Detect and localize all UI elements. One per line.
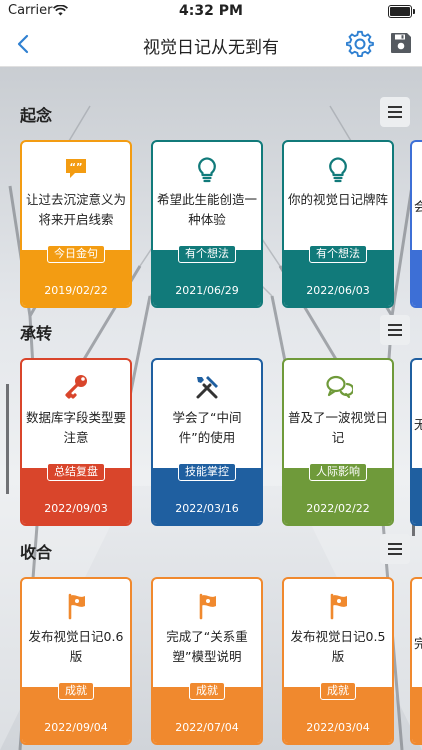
card-text: 完成了“关系重塑”模型说明	[166, 629, 248, 664]
tools-icon	[196, 376, 218, 399]
card-date: 2022/09/03	[44, 502, 108, 515]
diary-card[interactable]: 学会了“中间件”的使用技能掌控 2022/03/16	[151, 358, 263, 526]
menu-icon[interactable]	[380, 97, 410, 127]
menu-icon[interactable]	[380, 534, 410, 564]
card-row: 数据库字段类型要注意总结复盘 2022/09/03 学会了“中间件”的使用技能掌控 2…	[0, 358, 422, 526]
diary-card[interactable]: “” 让过去沉淀意义为将来开启线索今日金句 2019/02/22	[20, 140, 132, 308]
floppy-disk-icon[interactable]	[389, 31, 413, 55]
card-badge: 总结复盘	[22, 460, 130, 481]
status-bar: Carrier 4:32 PM	[0, 0, 422, 22]
section-title: 起念	[20, 106, 53, 125]
card-badge: 成就	[284, 679, 392, 700]
card-badge-label: 总结复盘	[47, 463, 105, 481]
peek-text: 无	[414, 414, 422, 433]
svg-text:“”: “”	[69, 162, 82, 173]
card-date: 2022/07/04	[175, 721, 239, 734]
card-date: 2022/06/03	[306, 284, 370, 297]
card-badge: 今日金句	[22, 242, 130, 263]
diary-card[interactable]: 普及了一波视觉日记人际影响 2022/02/22	[282, 358, 394, 526]
card-text: 学会了“中间件”的使用	[172, 410, 242, 445]
card-row: “” 让过去沉淀意义为将来开启线索今日金句 2019/02/22 希望此生能创造一种体…	[0, 140, 422, 308]
next-card-peek[interactable]: 无	[410, 358, 422, 526]
card-date: 2019/02/22	[44, 284, 108, 297]
section-title: 承转	[20, 324, 53, 343]
card-badge-label: 今日金句	[47, 245, 105, 263]
card-date: 2022/03/16	[175, 502, 239, 515]
clock: 4:32 PM	[179, 3, 243, 19]
peek-text: 完	[414, 633, 422, 652]
diary-card[interactable]: 你的视觉日记牌阵 有个想法 2022/06/03	[282, 140, 394, 308]
flag-icon	[68, 593, 85, 620]
diary-card[interactable]: 希望此生能创造一种体验有个想法 2021/06/29	[151, 140, 263, 308]
next-card-peek[interactable]: 会	[410, 140, 422, 308]
navigation-bar: 视觉日记从无到有	[0, 22, 422, 67]
peek-text: 会	[414, 196, 422, 215]
card-date: 2022/03/04	[306, 721, 370, 734]
diary-card[interactable]: 数据库字段类型要注意总结复盘 2022/09/03	[20, 358, 132, 526]
card-badge-label: 有个想法	[309, 245, 367, 263]
card-text: 发布视觉日记0.6版	[28, 629, 124, 664]
card-row: 发布视觉日记0.6版成就 2022/09/04 完成了“关系重塑”模型说明成就 202…	[0, 577, 422, 745]
flag-icon	[199, 593, 216, 620]
card-badge: 有个想法	[153, 242, 261, 263]
quote-bubble-icon: “”	[66, 159, 86, 178]
menu-icon[interactable]	[380, 315, 410, 345]
card-text: 数据库字段类型要注意	[26, 410, 127, 445]
card-badge-label: 成就	[58, 682, 94, 700]
card-badge: 成就	[22, 679, 130, 700]
card-badge: 技能掌控	[153, 460, 261, 481]
lightbulb-icon	[198, 157, 216, 183]
lightbulb-icon	[329, 157, 347, 183]
card-badge-label: 有个想法	[178, 245, 236, 263]
card-badge-label: 人际影响	[309, 463, 367, 481]
section-title: 收合	[20, 543, 53, 562]
diary-card[interactable]: 发布视觉日记0.5版成就 2022/03/04	[282, 577, 394, 745]
diary-card[interactable]: 完成了“关系重塑”模型说明成就 2022/07/04	[151, 577, 263, 745]
diary-card[interactable]: 发布视觉日记0.6版成就 2022/09/04	[20, 577, 132, 745]
peek-footer-band	[412, 687, 422, 743]
card-text: 希望此生能创造一种体验	[157, 192, 258, 227]
card-text: 让过去沉淀意义为将来开启线索	[26, 192, 127, 227]
card-date: 2021/06/29	[175, 284, 239, 297]
next-card-peek[interactable]: 完	[410, 577, 422, 745]
card-badge: 人际影响	[284, 460, 392, 481]
battery-icon	[388, 5, 415, 18]
card-badge-label: 成就	[189, 682, 225, 700]
peek-footer-band	[412, 250, 422, 306]
card-badge: 成就	[153, 679, 261, 700]
card-date: 2022/09/04	[44, 721, 108, 734]
card-text: 发布视觉日记0.5版	[290, 629, 386, 664]
card-text: 普及了一波视觉日记	[288, 410, 389, 445]
card-date: 2022/02/22	[306, 502, 370, 515]
card-badge-label: 成就	[320, 682, 356, 700]
flag-icon	[330, 593, 347, 620]
card-badge-label: 技能掌控	[178, 463, 236, 481]
card-badge: 有个想法	[284, 242, 392, 263]
chat-bubbles-icon	[326, 375, 353, 399]
card-text: 你的视觉日记牌阵	[288, 192, 389, 207]
key-icon	[65, 375, 87, 399]
peek-footer-band	[412, 468, 422, 524]
gear-icon[interactable]	[346, 30, 374, 58]
